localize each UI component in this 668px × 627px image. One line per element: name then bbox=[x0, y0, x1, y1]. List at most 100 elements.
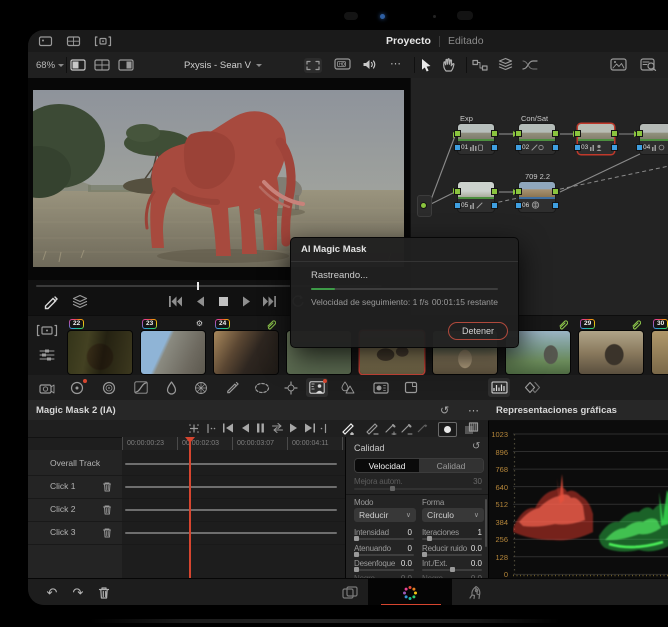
tab-proyecto[interactable]: Proyecto bbox=[386, 35, 431, 47]
node-05[interactable]: 05 bbox=[455, 182, 497, 212]
trash-icon[interactable] bbox=[102, 527, 112, 538]
tracker-icon[interactable] bbox=[280, 378, 302, 397]
toggle-velocidad[interactable]: Velocidad bbox=[355, 459, 419, 472]
toolbar-more-icon[interactable]: ⋯ bbox=[390, 57, 401, 70]
zoom-level-control[interactable]: 68% bbox=[36, 52, 65, 78]
param-slider[interactable] bbox=[354, 552, 414, 557]
scrubber-playhead[interactable] bbox=[197, 282, 199, 290]
mask-overlay-toggle[interactable] bbox=[438, 422, 457, 437]
stroke-minus-tool[interactable] bbox=[399, 422, 413, 435]
keyframes-icon[interactable] bbox=[522, 378, 544, 397]
track-bar[interactable] bbox=[125, 509, 337, 511]
layers-overlay-icon[interactable] bbox=[72, 294, 88, 309]
single-viewer-mode-icon[interactable] bbox=[70, 59, 86, 71]
auto-improve-slider[interactable] bbox=[354, 486, 482, 491]
edit-page-icon[interactable] bbox=[340, 584, 360, 601]
source-node[interactable] bbox=[417, 195, 432, 217]
range-start-icon[interactable] bbox=[206, 423, 216, 434]
grid-viewer-mode-icon[interactable] bbox=[94, 59, 110, 71]
stroke-eraser-tool[interactable] bbox=[415, 422, 429, 435]
qualifier-icon[interactable] bbox=[160, 378, 182, 397]
node-06[interactable]: 06 bbox=[516, 182, 558, 212]
redo-button[interactable]: ↷ bbox=[68, 584, 88, 601]
param-slider[interactable] bbox=[354, 567, 414, 572]
effects-icon[interactable] bbox=[370, 378, 392, 397]
trash-icon[interactable] bbox=[102, 504, 112, 515]
window-mesh-icon[interactable] bbox=[190, 378, 212, 397]
clip-title-dropdown[interactable]: Pxysis - Sean V bbox=[148, 52, 298, 78]
matte-finesse-icon[interactable] bbox=[464, 422, 479, 435]
stroke-plus-tool[interactable] bbox=[383, 422, 397, 435]
camera-raw-icon[interactable] bbox=[36, 378, 58, 397]
spline-mixer-icon[interactable] bbox=[522, 59, 538, 71]
mask-stroke-add-tool[interactable] bbox=[341, 422, 355, 435]
add-tracker-point-icon[interactable] bbox=[188, 423, 200, 434]
blur-icon[interactable] bbox=[336, 378, 358, 397]
power-window-icon[interactable] bbox=[251, 378, 273, 397]
split-screen-icon[interactable] bbox=[66, 35, 81, 47]
split-viewer-mode-icon[interactable] bbox=[118, 59, 134, 71]
stop-button[interactable] bbox=[217, 295, 230, 308]
track-bar[interactable] bbox=[125, 463, 337, 465]
node-connector-icon[interactable] bbox=[472, 59, 488, 71]
tab-editado[interactable]: Editado bbox=[448, 35, 484, 47]
trash-icon[interactable] bbox=[102, 481, 112, 492]
wipe-compare-icon[interactable] bbox=[94, 35, 112, 47]
picker-tool-icon[interactable] bbox=[221, 378, 243, 397]
audio-speaker-icon[interactable] bbox=[362, 58, 377, 71]
node-04[interactable]: 04 bbox=[637, 124, 668, 154]
play-button[interactable] bbox=[289, 423, 299, 433]
param-slider[interactable] bbox=[422, 536, 482, 541]
pause-button[interactable] bbox=[256, 423, 265, 433]
layers-icon[interactable] bbox=[498, 57, 513, 71]
hdr-wheels-icon[interactable] bbox=[98, 378, 120, 397]
play-reverse-button[interactable] bbox=[240, 423, 250, 433]
forma-dropdown[interactable]: Círculo ∨ bbox=[422, 508, 484, 522]
timeline-view-icon[interactable] bbox=[38, 348, 56, 362]
sizing-icon[interactable] bbox=[400, 378, 422, 397]
enhanced-viewer-icon[interactable] bbox=[304, 58, 322, 73]
modo-dropdown[interactable]: Reducir ∨ bbox=[354, 508, 416, 522]
skip-to-start-button[interactable] bbox=[222, 423, 234, 433]
eyedropper-icon[interactable] bbox=[42, 295, 58, 311]
grab-still-hd-icon[interactable]: HD bbox=[334, 57, 352, 71]
curves-icon[interactable] bbox=[130, 378, 152, 397]
track-bar[interactable] bbox=[125, 486, 337, 488]
cursor-tool-icon[interactable] bbox=[420, 58, 433, 72]
param-slider[interactable] bbox=[354, 536, 414, 541]
param-value: 0.0 bbox=[400, 559, 412, 568]
reset-icon[interactable]: ↺ bbox=[472, 441, 480, 452]
color-page-tab[interactable] bbox=[368, 579, 452, 605]
range-end-icon[interactable] bbox=[320, 423, 330, 434]
skip-to-start-button[interactable] bbox=[168, 295, 183, 308]
gallery-image-icon[interactable] bbox=[610, 58, 627, 71]
speed-quality-toggle[interactable]: Velocidad Calidad bbox=[354, 458, 484, 473]
timeline-playhead-line[interactable] bbox=[189, 442, 191, 578]
panel-more-icon[interactable]: ⋯ bbox=[468, 404, 479, 417]
magic-mask-icon[interactable] bbox=[306, 378, 328, 397]
stills-gallery-icon[interactable] bbox=[38, 35, 53, 47]
trash-button[interactable] bbox=[94, 584, 114, 601]
node-03-selected[interactable]: 03 bbox=[575, 124, 617, 154]
clips-view-icon[interactable] bbox=[36, 324, 58, 337]
track-bar[interactable] bbox=[125, 532, 337, 534]
mask-stroke-subtract-tool[interactable] bbox=[365, 422, 379, 435]
reset-icon[interactable]: ↺ bbox=[440, 404, 449, 417]
param-slider[interactable] bbox=[422, 567, 482, 572]
step-back-button[interactable] bbox=[194, 295, 206, 308]
toggle-calidad[interactable]: Calidad bbox=[419, 459, 483, 472]
play-button[interactable] bbox=[241, 295, 253, 308]
undo-button[interactable]: ↶ bbox=[42, 584, 62, 601]
hand-pan-tool-icon[interactable] bbox=[442, 57, 456, 72]
skip-to-end-button[interactable] bbox=[304, 423, 316, 433]
node-02[interactable]: 02 bbox=[516, 124, 558, 154]
ping-pong-button[interactable] bbox=[271, 423, 284, 433]
stop-tracking-button[interactable]: Detener bbox=[448, 322, 508, 340]
node-01[interactable]: 01 bbox=[455, 124, 497, 154]
skip-to-end-button[interactable] bbox=[262, 295, 277, 308]
fusion-rocket-icon[interactable] bbox=[464, 584, 484, 601]
scopes-icon[interactable] bbox=[488, 378, 510, 397]
color-wheels-icon[interactable] bbox=[66, 378, 88, 397]
lut-browser-icon[interactable] bbox=[640, 58, 657, 71]
param-slider[interactable] bbox=[422, 552, 482, 557]
